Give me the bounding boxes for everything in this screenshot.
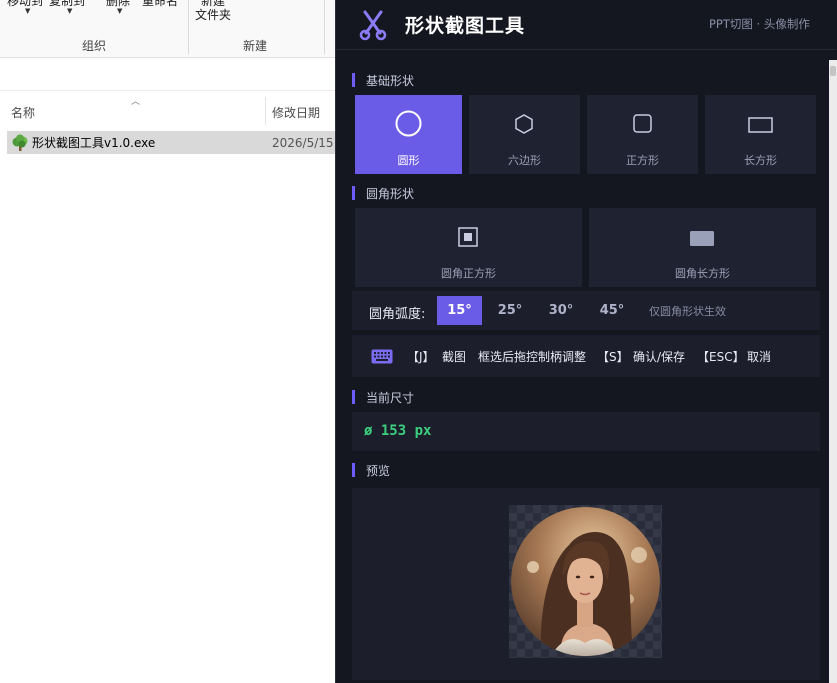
column-header-modified[interactable]: 修改日期 <box>272 104 320 121</box>
section-marker <box>352 186 355 200</box>
shortcut-adjust-hint: 框选后拖控制柄调整 <box>478 350 587 364</box>
section-marker <box>352 463 355 477</box>
section-marker <box>352 390 355 404</box>
section-title: 当前尺寸 <box>366 390 415 405</box>
shape-rounded-square-button[interactable]: 圆角正方形 <box>355 208 582 287</box>
shape-square-button[interactable]: 正方形 <box>587 95 698 174</box>
section-title: 圆角形状 <box>366 186 415 201</box>
file-row[interactable]: 形状截图工具v1.0.exe 2026/5/15 <box>7 131 335 154</box>
section-basic-shapes: 基础形状 <box>352 73 415 88</box>
transparency-checkerboard <box>509 505 662 658</box>
section-preview: 预览 <box>352 463 391 478</box>
rounded-rectangle-icon <box>690 231 714 246</box>
shape-label: 圆角正方形 <box>441 267 496 280</box>
ribbon-divider <box>188 0 189 54</box>
panel-scrollbar[interactable] <box>829 60 837 683</box>
shape-rectangle-button[interactable]: 长方形 <box>705 95 816 174</box>
radius-option-30[interactable]: 30° <box>540 296 582 325</box>
column-header-name[interactable]: 名称 <box>11 104 35 121</box>
square-icon <box>633 114 652 133</box>
section-title: 预览 <box>366 463 391 478</box>
shape-label: 六边形 <box>508 154 541 167</box>
shape-circle-button[interactable]: 圆形 <box>355 95 462 174</box>
ribbon-group-organize: 组织 <box>82 39 107 53</box>
radius-option-45[interactable]: 45° <box>591 296 633 325</box>
radius-selector: 圆角弧度: 15° 25° 30° 45° 仅圆角形状生效 <box>352 291 820 330</box>
shortcut-hints: 【J】 截图 框选后拖控制柄调整 【S】 确认/保存 【ESC】 取消 <box>352 335 820 377</box>
tree-app-icon <box>12 134 28 151</box>
current-size-value: ø 153 px <box>364 423 432 439</box>
explorer-ribbon: 移动到 ▼ 复制到 ▼ 删除 ▼ 重命名 新建 文件夹 组织 新建 <box>0 0 335 58</box>
column-divider[interactable] <box>265 97 266 125</box>
shape-label: 圆形 <box>397 154 420 167</box>
keyboard-icon <box>371 349 393 364</box>
section-current-size: 当前尺寸 <box>352 390 415 405</box>
hexagon-icon <box>515 114 533 134</box>
section-title: 基础形状 <box>366 73 415 88</box>
shortcut-esc-key: 【ESC】 <box>697 350 745 364</box>
shape-label: 正方形 <box>626 154 659 167</box>
preview-area <box>352 488 820 680</box>
portrait-preview-image <box>511 507 660 656</box>
file-date: 2026/5/15 <box>272 135 334 150</box>
shape-label: 长方形 <box>744 154 777 167</box>
ribbon-divider <box>324 0 325 54</box>
new-folder-button[interactable]: 文件夹 <box>195 8 231 22</box>
panel-header: 形状截图工具 PPT切图 · 头像制作 <box>336 0 836 50</box>
address-strip <box>0 58 335 91</box>
radius-note: 仅圆角形状生效 <box>649 305 726 318</box>
move-to-caret-icon[interactable]: ▼ <box>25 8 30 15</box>
radius-option-15[interactable]: 15° <box>437 296 482 325</box>
shape-rounded-rectangle-button[interactable]: 圆角长方形 <box>589 208 816 287</box>
shortcut-j-action: 截图 <box>442 350 467 364</box>
scrollbar-thumb[interactable] <box>830 66 836 76</box>
shortcut-j-key: 【J】 <box>407 350 435 364</box>
shape-hexagon-button[interactable]: 六边形 <box>469 95 580 174</box>
circle-icon <box>395 110 422 137</box>
app-title: 形状截图工具 <box>405 15 526 37</box>
shortcut-s-key: 【S】 <box>597 350 629 364</box>
scissors-icon <box>359 10 387 41</box>
sort-caret-icon[interactable]: ︿ <box>131 94 140 107</box>
new-item-button[interactable]: 新建 <box>201 0 225 8</box>
radius-label: 圆角弧度: <box>369 307 426 322</box>
section-rounded-shapes: 圆角形状 <box>352 186 415 201</box>
shape-label: 圆角长方形 <box>675 267 730 280</box>
ribbon-group-new: 新建 <box>243 39 268 53</box>
rounded-square-icon <box>458 227 478 247</box>
section-marker <box>352 73 355 87</box>
rename-button[interactable]: 重命名 <box>142 0 178 8</box>
delete-caret-icon[interactable]: ▼ <box>117 8 122 15</box>
shortcut-s-action: 确认/保存 <box>633 350 686 364</box>
file-name: 形状截图工具v1.0.exe <box>32 136 156 150</box>
copy-to-caret-icon[interactable]: ▼ <box>67 8 72 15</box>
rectangle-icon <box>748 117 773 133</box>
shape-capture-panel: 形状截图工具 PPT切图 · 头像制作 基础形状 圆形 六边形 正方形 长方形 … <box>335 0 837 683</box>
radius-option-25[interactable]: 25° <box>489 296 531 325</box>
shortcut-esc-action: 取消 <box>747 350 772 364</box>
current-size-box: ø 153 px <box>352 412 820 451</box>
app-subtitle: PPT切图 · 头像制作 <box>709 17 810 31</box>
